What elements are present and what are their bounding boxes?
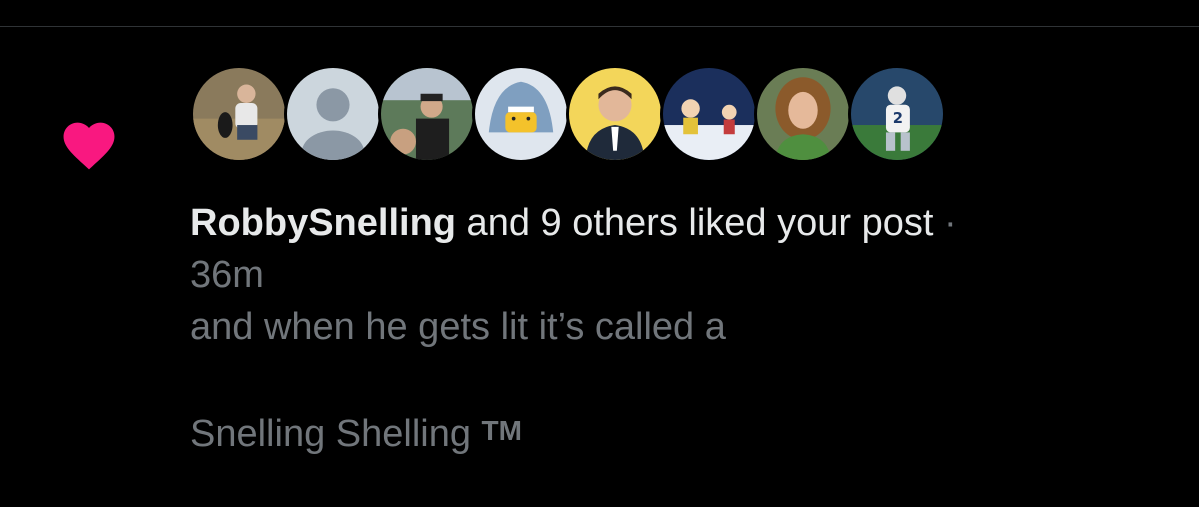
notification-text: RobbySnelling and 9 others liked your po…	[190, 197, 1170, 460]
like-notification[interactable]: 2 RobbySnelling and 9 others liked your …	[0, 27, 1199, 507]
post-line-3-text: Snelling Shelling	[190, 413, 482, 455]
summary-rest: and 9 others liked your post	[456, 202, 934, 244]
avatar-row: 2	[190, 65, 946, 165]
username-link[interactable]: RobbySnelling	[190, 202, 456, 244]
avatar[interactable]: 2	[848, 65, 946, 163]
avatar[interactable]	[190, 65, 288, 163]
avatar[interactable]	[566, 65, 664, 163]
avatar[interactable]	[754, 65, 852, 163]
like-summary: RobbySnelling and 9 others liked your po…	[190, 197, 1170, 249]
avatar[interactable]	[284, 65, 382, 163]
heart-icon	[63, 122, 115, 170]
trademark-symbol: TM	[481, 415, 522, 446]
post-line-3: Snelling Shelling TM	[190, 405, 1170, 460]
avatar[interactable]	[378, 65, 476, 163]
post-preview[interactable]: and when he gets lit it’s called a Snell…	[190, 301, 1170, 460]
post-line-1: and when he gets lit it’s called a	[190, 306, 726, 348]
svg-text:2: 2	[893, 110, 903, 127]
separator-dot: ·	[933, 202, 957, 244]
avatar[interactable]	[472, 65, 570, 163]
timestamp[interactable]: 36m	[190, 249, 1170, 301]
avatar[interactable]	[660, 65, 758, 163]
